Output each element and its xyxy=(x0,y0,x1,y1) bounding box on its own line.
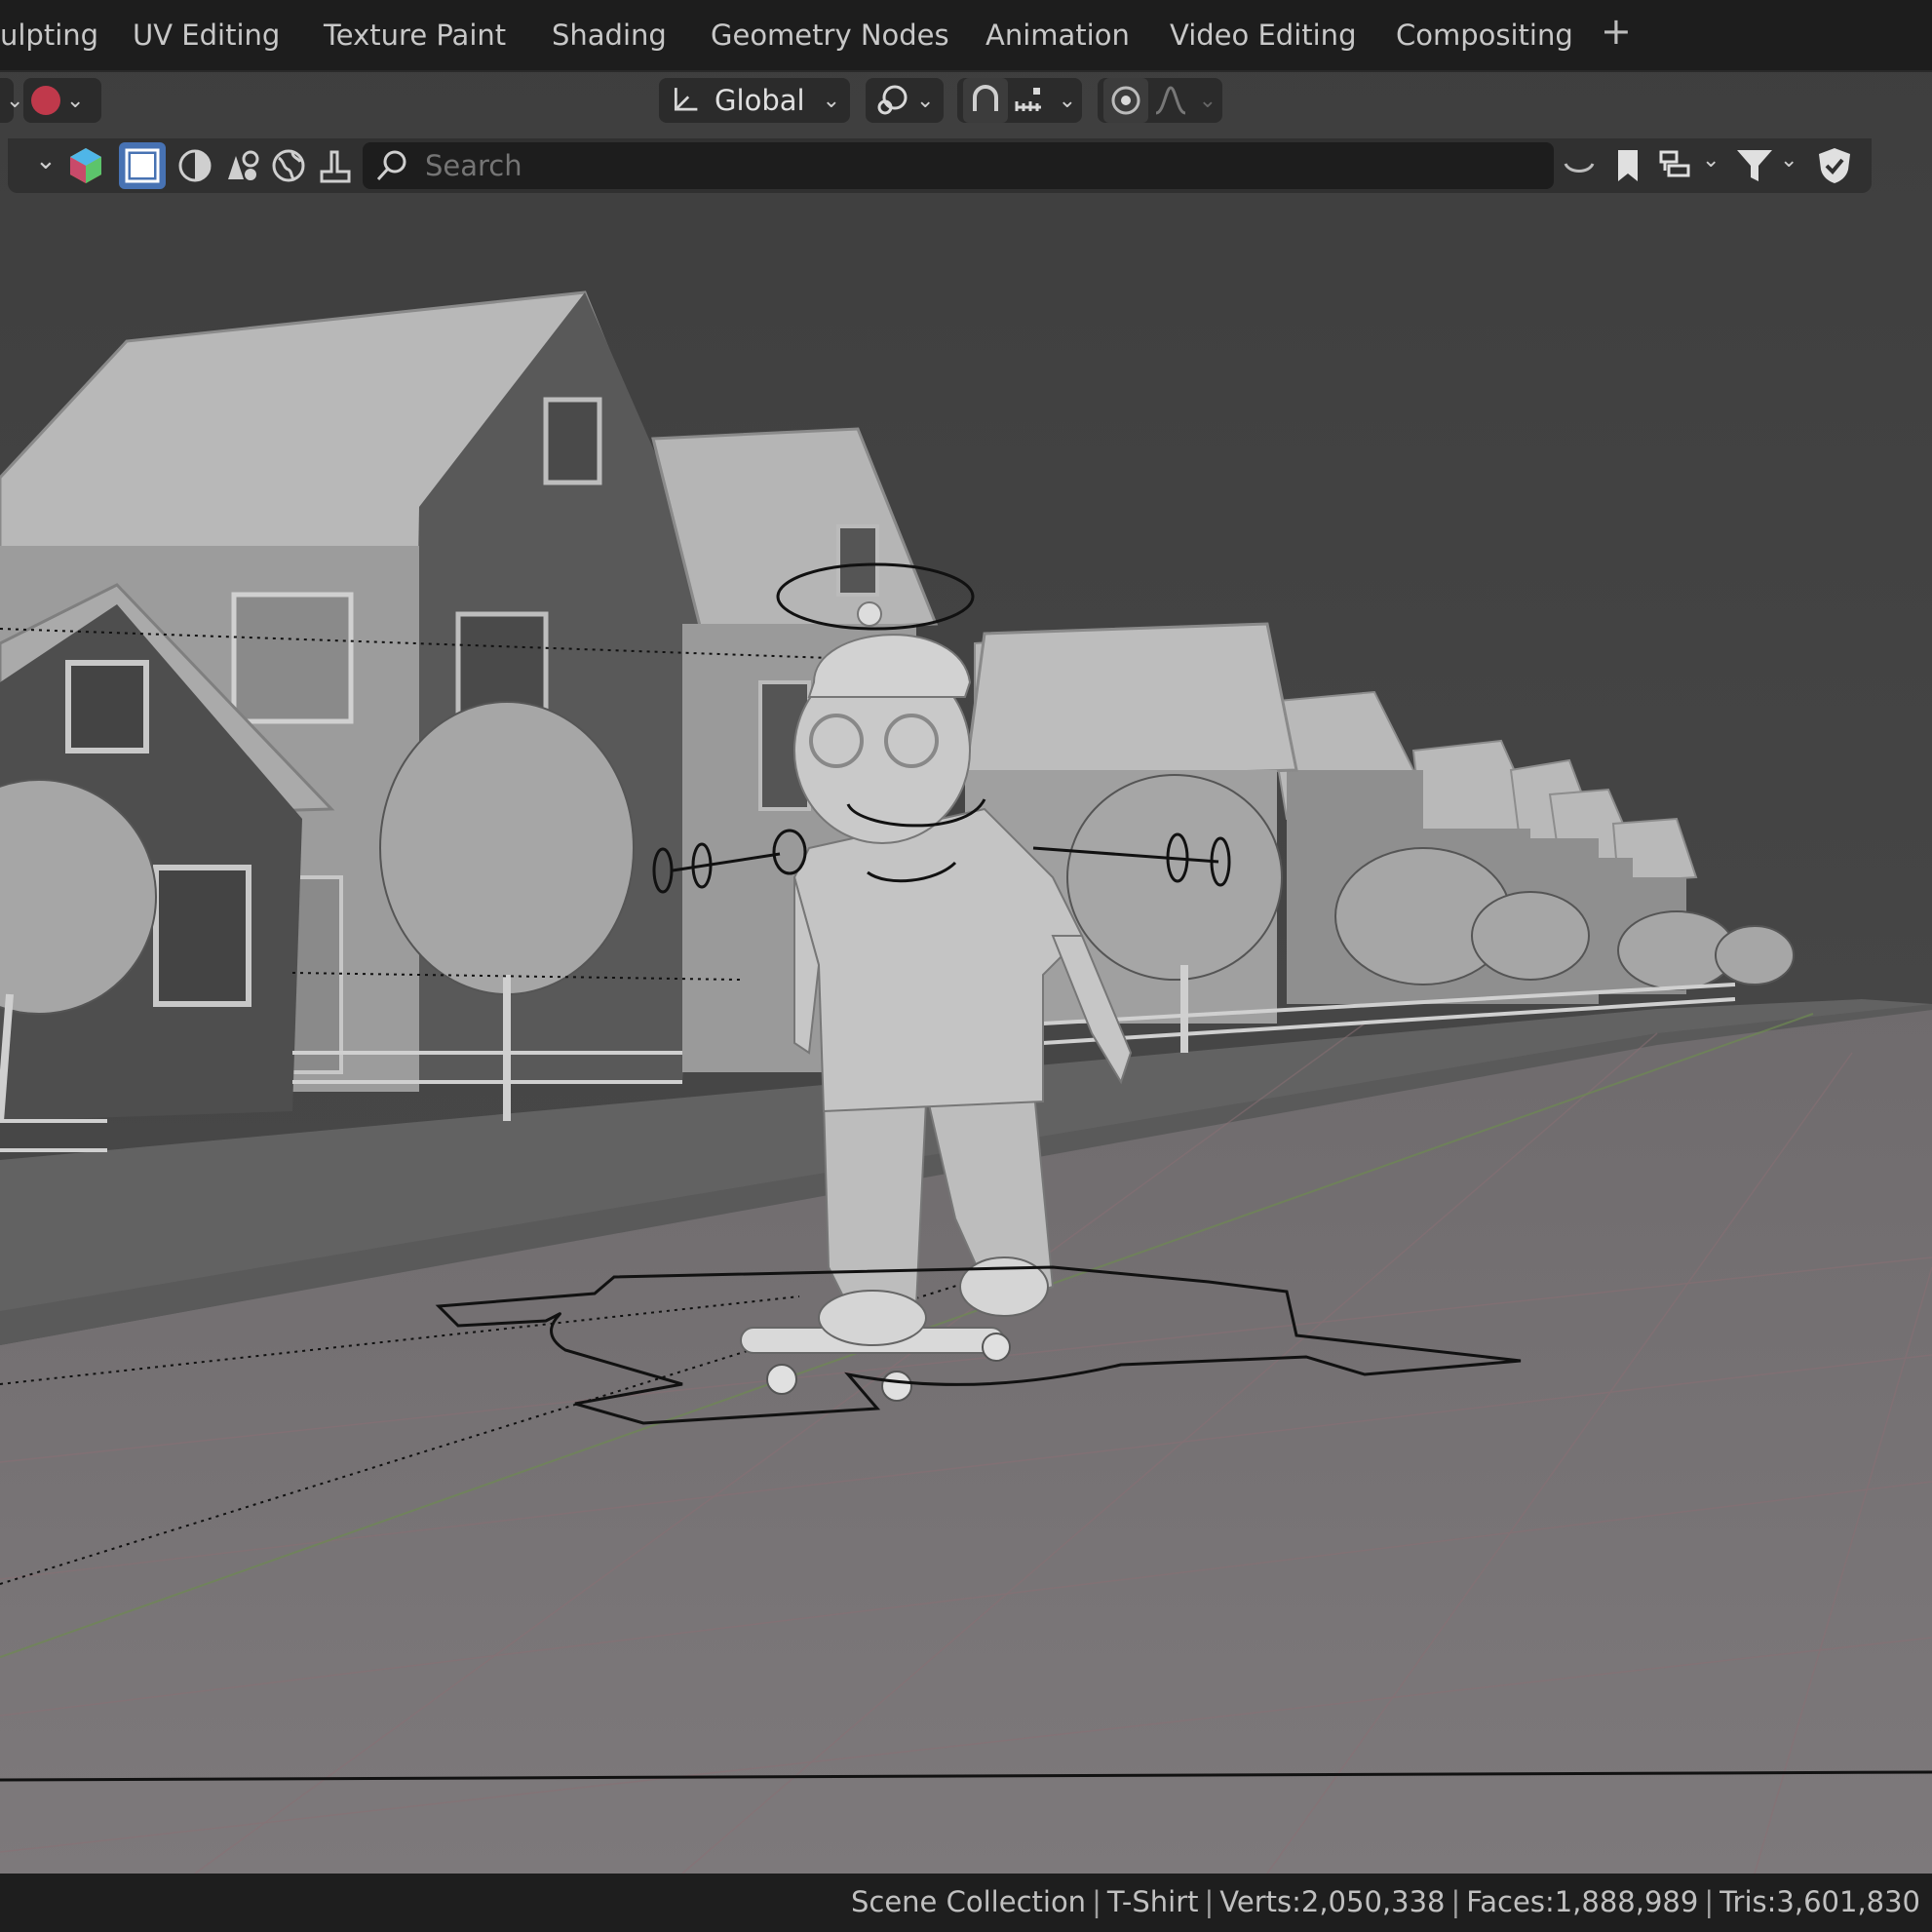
falloff-icon xyxy=(1155,86,1186,115)
status-verts: Verts:2,050,338 xyxy=(1219,1885,1446,1918)
search-input[interactable] xyxy=(423,148,1554,183)
shield-icon[interactable] xyxy=(1813,144,1856,187)
transform-orientation-dropdown[interactable]: Global ⌄ xyxy=(659,78,850,123)
tab-geometry-nodes[interactable]: Geometry Nodes xyxy=(711,18,949,53)
status-active-object: T-Shirt xyxy=(1106,1885,1199,1918)
filter-icon[interactable] xyxy=(1733,144,1776,187)
chevron-down-icon: ⌄ xyxy=(822,88,840,113)
search-field[interactable] xyxy=(363,142,1554,189)
chevron-down-icon[interactable]: ⌄ xyxy=(1780,148,1797,173)
snap-target-dropdown[interactable] xyxy=(1008,78,1053,123)
chevron-down-icon: ⌄ xyxy=(1058,88,1076,113)
search-icon xyxy=(376,150,406,181)
tab-animation[interactable]: Animation xyxy=(985,18,1130,53)
pivot-point-dropdown[interactable]: ⌄ xyxy=(866,78,944,123)
snap-toggle[interactable] xyxy=(963,78,1008,123)
restrict-select-button[interactable] xyxy=(119,142,166,189)
chevron-down-icon[interactable]: ⌄ xyxy=(35,146,57,175)
proportional-editing-group: ⌄ xyxy=(1098,78,1222,123)
chevron-down-icon[interactable]: ⌄ xyxy=(1702,148,1719,173)
editor-type-icon xyxy=(31,86,60,115)
workspace-tab-bar: ulpting UV Editing Texture Paint Shading… xyxy=(0,0,1932,72)
chevron-down-icon: ⌄ xyxy=(66,88,85,113)
status-faces: Faces:1,888,989 xyxy=(1466,1885,1699,1918)
scene-statistics: Scene Collection | T-Shirt | Verts:2,050,338… xyxy=(850,1885,1920,1918)
restrict-select-icon xyxy=(125,148,160,183)
status-collection: Scene Collection xyxy=(850,1885,1087,1918)
editor-type-dropdown[interactable]: ⌄ xyxy=(23,78,101,123)
material-icon[interactable] xyxy=(220,144,263,187)
tab-compositing[interactable]: Compositing xyxy=(1396,18,1573,53)
display-mode-icon[interactable] xyxy=(1655,144,1698,187)
chevron-down-icon: ⌄ xyxy=(1198,88,1217,113)
proportional-edit-toggle[interactable] xyxy=(1103,78,1148,123)
status-tris: Tris:3,601,830 xyxy=(1719,1885,1920,1918)
display-filter-icon[interactable] xyxy=(64,144,107,187)
tab-shading[interactable]: Shading xyxy=(552,18,667,53)
viewport-scene xyxy=(0,0,1932,1932)
tab-texture-paint[interactable]: Texture Paint xyxy=(324,18,506,53)
viewport-shading-solid-icon[interactable] xyxy=(174,144,216,187)
chevron-down-icon: ⌄ xyxy=(916,88,935,113)
sync-icon[interactable] xyxy=(1558,144,1601,187)
outliner-header: ⌄ Search ⌄ ⌄ xyxy=(8,138,1872,193)
world-icon[interactable] xyxy=(267,144,310,187)
add-workspace-button[interactable]: + xyxy=(1601,13,1632,50)
snap-icon xyxy=(972,85,998,111)
pivot-point-icon xyxy=(877,85,908,115)
mode-dropdown-stub[interactable]: ⌄ xyxy=(0,78,23,123)
tab-video-editing[interactable]: Video Editing xyxy=(1170,18,1356,53)
proportional-edit-icon xyxy=(1111,86,1140,115)
transform-orientation-icon xyxy=(674,88,698,111)
tab-sculpting[interactable]: ulpting xyxy=(0,18,98,53)
falloff-dropdown[interactable] xyxy=(1148,78,1193,123)
chevron-down-icon: ⌄ xyxy=(6,88,24,113)
transform-orientation-label: Global xyxy=(715,84,805,117)
3d-viewport[interactable] xyxy=(0,0,1932,1932)
snap-increment-icon xyxy=(1015,88,1041,111)
status-bar: Scene Collection | T-Shirt | Verts:2,050,338… xyxy=(0,1874,1932,1932)
tab-uv-editing[interactable]: UV Editing xyxy=(133,18,280,53)
snapping-group: ⌄ xyxy=(957,78,1082,123)
bookmark-icon[interactable] xyxy=(1606,144,1649,187)
brush-icon[interactable] xyxy=(314,144,357,187)
